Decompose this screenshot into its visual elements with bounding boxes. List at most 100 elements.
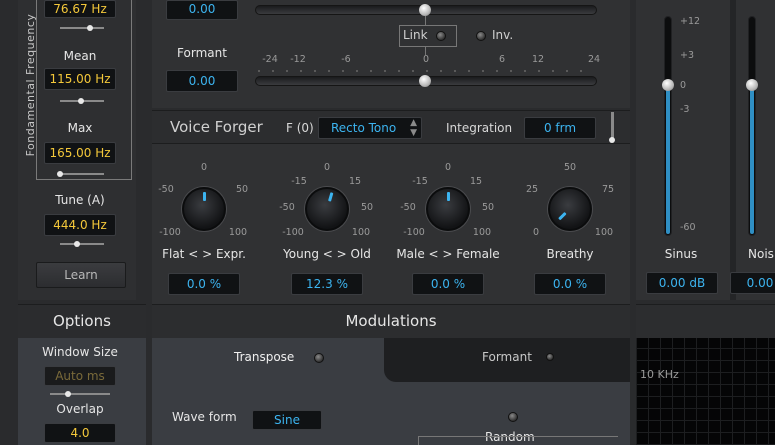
noise-fader-thumb[interactable]	[746, 79, 758, 91]
knob-tick-label: 0	[444, 162, 452, 173]
window-size-label: Window Size	[42, 345, 118, 359]
knob-indicator	[328, 192, 334, 202]
knob-tick-label: 25	[525, 184, 539, 195]
max-frequency-slider-thumb[interactable]	[57, 171, 63, 177]
knob-tick-label: 50	[235, 184, 249, 195]
formant-scale-tick: -6	[341, 54, 351, 65]
bracket-left-line	[36, 0, 37, 180]
integration-mini-fader[interactable]	[611, 112, 614, 138]
knob-indicator	[203, 192, 206, 201]
link-line-vertical	[425, 16, 426, 25]
knob-dial[interactable]	[426, 187, 470, 231]
knob-name-label: Breathy	[546, 247, 594, 261]
sinus-gain-display[interactable]: 0.00 dB	[646, 272, 718, 294]
knob-dial[interactable]	[548, 187, 592, 231]
formant-scale-tick: -24	[262, 54, 278, 65]
formant-scale-tick: 24	[587, 54, 601, 65]
max-label: Max	[67, 121, 93, 135]
max-frequency-slider[interactable]	[60, 173, 104, 175]
knob-tick-label: -15	[412, 176, 428, 187]
knob-tick-label: -100	[159, 227, 181, 238]
waveform-select[interactable]: Sine	[252, 410, 322, 430]
overlap-label: Overlap	[56, 402, 104, 416]
window-size-slider-thumb[interactable]	[65, 391, 71, 397]
knob-value-display[interactable]: 0.0 %	[412, 273, 484, 295]
overlap-display[interactable]: 4.0	[44, 423, 116, 443]
tab-transpose[interactable]: Transpose	[152, 338, 384, 382]
tune-slider-thumb[interactable]	[74, 241, 80, 247]
mixer-scale-label: -60	[680, 222, 696, 233]
formant-scale-tick: 0	[422, 54, 430, 65]
knob-tick-label: 50	[481, 202, 495, 213]
min-frequency-slider[interactable]	[60, 27, 104, 29]
knob-tick-label: 15	[348, 176, 362, 187]
knob-indicator	[447, 192, 450, 201]
knob-tick-label: -50	[400, 202, 416, 213]
tab-transpose-label: Transpose	[234, 350, 295, 364]
learn-button[interactable]: Learn	[36, 262, 126, 288]
noise-fader-fill	[750, 86, 754, 234]
tune-slider[interactable]	[60, 243, 104, 245]
sinus-fader-fill	[666, 86, 670, 234]
max-frequency-display[interactable]: 165.00 Hz	[44, 142, 116, 164]
f0-mode-select[interactable]: Recto Tono ▲ ▼	[318, 117, 422, 139]
knob-tick-label: 100	[472, 227, 492, 238]
tab-formant-led	[546, 353, 554, 361]
waveform-label: Wave form	[172, 410, 237, 424]
knob-tick-label: -100	[282, 227, 304, 238]
random-bracket	[418, 436, 618, 445]
integration-display[interactable]: 0 frm	[524, 117, 596, 139]
tune-display[interactable]: 444.0 Hz	[44, 214, 116, 236]
spectrum-freq-label: 10 KHz	[640, 368, 679, 381]
knob-tick-label: 50	[563, 162, 577, 173]
tune-label: Tune (A)	[55, 193, 105, 207]
mixer-scale-label: +3	[680, 50, 695, 61]
f0-mode-value: Recto Tono	[331, 121, 397, 135]
knob-tick-label: 100	[228, 227, 248, 238]
modulations-title: Modulations	[345, 312, 437, 330]
mean-frequency-slider-thumb[interactable]	[78, 98, 84, 104]
sinus-label: Sinus	[664, 247, 698, 261]
knob-name-label: Young < > Old	[283, 247, 371, 261]
knob-tick-label: 50	[360, 202, 374, 213]
transpose-display[interactable]: 0.00	[166, 0, 238, 20]
mixer-scale-label: +12	[680, 16, 701, 27]
min-frequency-slider-thumb[interactable]	[87, 25, 93, 31]
noise-gain-display[interactable]: 0.00	[730, 272, 775, 294]
knob-tick-label: 100	[351, 227, 371, 238]
link-toggle-led[interactable]	[436, 31, 446, 41]
knob-value-display[interactable]: 0.0 %	[168, 273, 240, 295]
mean-label: Mean	[63, 49, 97, 63]
f0-mode-stepper-icon[interactable]: ▲ ▼	[410, 118, 417, 138]
formant-label: Formant	[177, 46, 227, 60]
integration-mini-fader-thumb[interactable]	[609, 137, 615, 143]
formant-scale-tick: 6	[498, 54, 506, 65]
window-size-slider[interactable]	[50, 393, 110, 395]
knob-name-label: Flat < > Expr.	[162, 247, 246, 261]
knob-value-display[interactable]: 0.0 %	[534, 273, 606, 295]
knob-tick-label: 0	[532, 227, 540, 238]
knob-tick-label: -50	[279, 202, 295, 213]
mean-frequency-display[interactable]: 115.00 Hz	[44, 68, 116, 90]
formant-scale-tick: -12	[290, 54, 306, 65]
random-toggle-led[interactable]	[508, 412, 518, 422]
inv-label: Inv.	[492, 28, 514, 42]
knob-dial[interactable]	[305, 187, 349, 231]
knob-tick-label: -50	[158, 184, 174, 195]
formant-slider-thumb[interactable]	[419, 75, 431, 87]
sinus-fader-thumb[interactable]	[662, 79, 674, 91]
spectrum-header	[636, 304, 775, 338]
window-size-display[interactable]: Auto ms	[44, 366, 116, 386]
knob-value-display[interactable]: 12.3 %	[291, 273, 363, 295]
tab-formant-label: Formant	[482, 350, 532, 364]
min-frequency-display[interactable]: 76.67 Hz	[44, 0, 116, 18]
inv-toggle-led[interactable]	[476, 31, 486, 41]
mixer-scale-label: -3	[680, 104, 690, 115]
transpose-slider-thumb[interactable]	[419, 4, 431, 16]
knob-tick-label: 0	[200, 162, 208, 173]
knob-dial[interactable]	[182, 187, 226, 231]
mixer-divider	[730, 0, 736, 300]
voice-forger-title: Voice Forger	[170, 118, 263, 136]
formant-display[interactable]: 0.00	[166, 70, 238, 92]
tab-formant[interactable]: Formant	[384, 338, 630, 382]
